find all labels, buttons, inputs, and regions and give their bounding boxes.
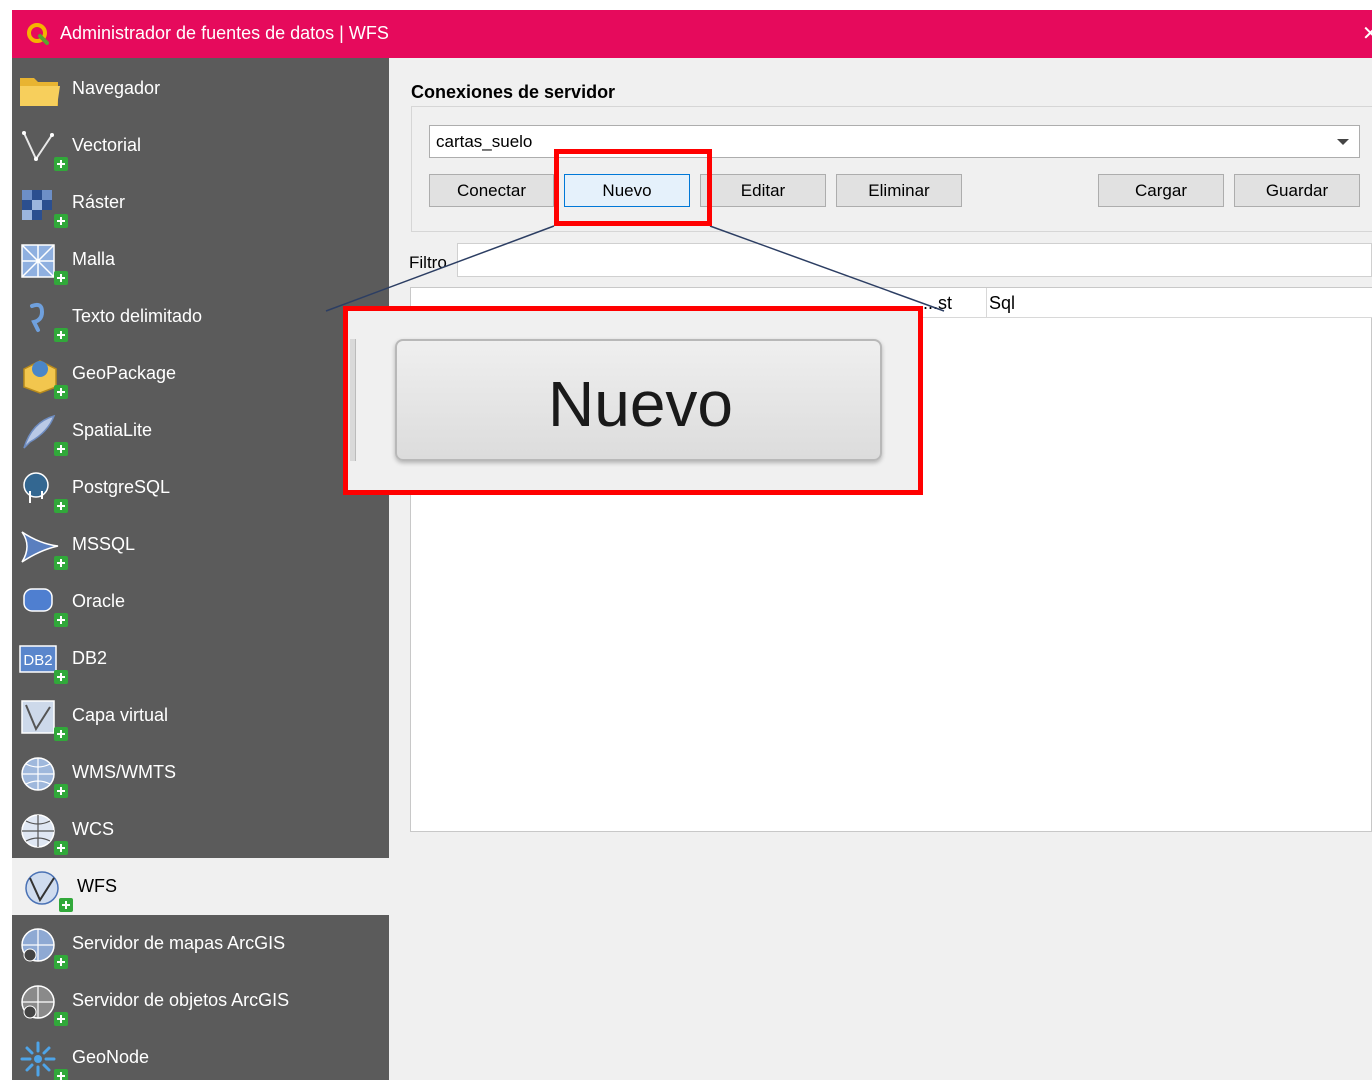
zoomed-new-button: Nuevo bbox=[395, 339, 882, 461]
sidebar-item-label: Servidor de mapas ArcGIS bbox=[72, 933, 286, 953]
sidebar-item-malla[interactable]: Malla bbox=[12, 231, 389, 288]
add-icon bbox=[54, 385, 68, 399]
sidebar-item-label: Ráster bbox=[72, 192, 126, 212]
add-icon bbox=[54, 499, 68, 513]
sidebar-item-oracle[interactable]: Oracle bbox=[12, 573, 389, 630]
sidebar-item-spatialite[interactable]: SpatiaLite bbox=[12, 402, 389, 459]
sidebar-item-capa-virtual[interactable]: Capa virtual bbox=[12, 687, 389, 744]
sidebar-item-label: GeoPackage bbox=[72, 363, 177, 383]
sidebar-item-label: GeoNode bbox=[72, 1047, 150, 1067]
qgis-logo-icon bbox=[27, 23, 49, 45]
sidebar-item-label: Servidor de objetos ArcGIS bbox=[72, 990, 290, 1010]
sidebar-item-wfs[interactable]: WFS bbox=[12, 858, 389, 915]
add-icon bbox=[54, 214, 68, 228]
sidebar-item-label: SpatiaLite bbox=[72, 420, 153, 440]
server-connections-title: Conexiones de servidor bbox=[411, 82, 616, 102]
load-button[interactable]: Cargar bbox=[1098, 174, 1224, 207]
sidebar-item-label: MSSQL bbox=[72, 534, 136, 554]
sidebar-item-db2[interactable]: DB2 DB2 bbox=[12, 630, 389, 687]
sidebar-item-arcgis-map-server[interactable]: Servidor de mapas ArcGIS bbox=[12, 915, 389, 972]
zoomed-new-label: Nuevo bbox=[548, 368, 733, 440]
add-icon bbox=[54, 727, 68, 741]
folder-icon bbox=[20, 78, 60, 106]
window-title: Administrador de fuentes de datos | WFS bbox=[60, 23, 389, 43]
sidebar-item-label: Capa virtual bbox=[72, 705, 169, 725]
sidebar-item-label: WFS bbox=[77, 876, 117, 896]
sidebar-item-wms-wmts[interactable]: WMS/WMTS bbox=[12, 744, 389, 801]
add-icon bbox=[54, 1069, 68, 1080]
add-icon bbox=[54, 784, 68, 798]
chevron-down-icon bbox=[1337, 139, 1349, 145]
column-divider bbox=[986, 288, 987, 318]
zoom-adjacent-button-edge bbox=[350, 339, 356, 461]
sidebar-item-geonode[interactable]: GeoNode bbox=[12, 1029, 389, 1080]
add-icon bbox=[54, 613, 68, 627]
zoom-callout: Nuevo bbox=[343, 306, 923, 495]
svg-text:DB2: DB2 bbox=[23, 652, 52, 669]
sidebar-item-label: Oracle bbox=[72, 591, 126, 611]
add-icon bbox=[54, 955, 68, 969]
delete-button[interactable]: Eliminar bbox=[836, 174, 962, 207]
add-icon bbox=[54, 442, 68, 456]
sidebar-item-postgresql[interactable]: PostgreSQL bbox=[12, 459, 389, 516]
connection-select-value: cartas_suelo bbox=[436, 132, 533, 151]
sidebar-item-label: Malla bbox=[72, 249, 116, 269]
sidebar-item-wcs[interactable]: WCS bbox=[12, 801, 389, 858]
sidebar-item-label: PostgreSQL bbox=[72, 477, 171, 497]
filter-label: Filtro bbox=[409, 253, 447, 272]
add-icon bbox=[54, 157, 68, 171]
sidebar-item-label: WCS bbox=[72, 819, 114, 839]
sidebar-item-label: DB2 bbox=[72, 648, 108, 668]
column-header-partial[interactable]: ...st bbox=[923, 293, 952, 314]
save-button[interactable]: Guardar bbox=[1234, 174, 1360, 207]
sidebar-item-geopackage[interactable]: GeoPackage bbox=[12, 345, 389, 402]
add-icon bbox=[54, 271, 68, 285]
sidebar-item-texto-delimitado[interactable]: Texto delimitado bbox=[12, 288, 389, 345]
close-icon[interactable]: ✕ bbox=[1362, 21, 1372, 46]
main-panel: Conexiones de servidor cartas_suelo Cone… bbox=[389, 58, 1372, 1080]
edit-button[interactable]: Editar bbox=[700, 174, 826, 207]
title-bar: Administrador de fuentes de datos | WFS … bbox=[12, 10, 1372, 58]
add-icon bbox=[54, 1012, 68, 1026]
add-icon bbox=[54, 556, 68, 570]
highlight-new-button bbox=[554, 149, 712, 226]
sidebar-item-label: Vectorial bbox=[72, 135, 142, 155]
sidebar-item-mssql[interactable]: MSSQL bbox=[12, 516, 389, 573]
sidebar-item-label: WMS/WMTS bbox=[72, 762, 176, 782]
source-type-sidebar: Navegador Vectorial Ráster Malla Texto d… bbox=[12, 58, 389, 1080]
sidebar-item-label: Navegador bbox=[72, 78, 161, 98]
add-icon bbox=[59, 898, 73, 912]
add-icon bbox=[54, 328, 68, 342]
add-icon bbox=[54, 841, 68, 855]
add-icon bbox=[54, 670, 68, 684]
sidebar-item-navegador[interactable]: Navegador bbox=[12, 60, 389, 117]
connect-button[interactable]: Conectar bbox=[429, 174, 554, 207]
sidebar-item-vectorial[interactable]: Vectorial bbox=[12, 117, 389, 174]
sidebar-item-arcgis-feature-server[interactable]: Servidor de objetos ArcGIS bbox=[12, 972, 389, 1029]
sidebar-item-raster[interactable]: Ráster bbox=[12, 174, 389, 231]
filter-input[interactable] bbox=[457, 243, 1372, 277]
sidebar-item-label: Texto delimitado bbox=[72, 306, 203, 326]
column-header-sql[interactable]: Sql bbox=[989, 293, 1015, 314]
